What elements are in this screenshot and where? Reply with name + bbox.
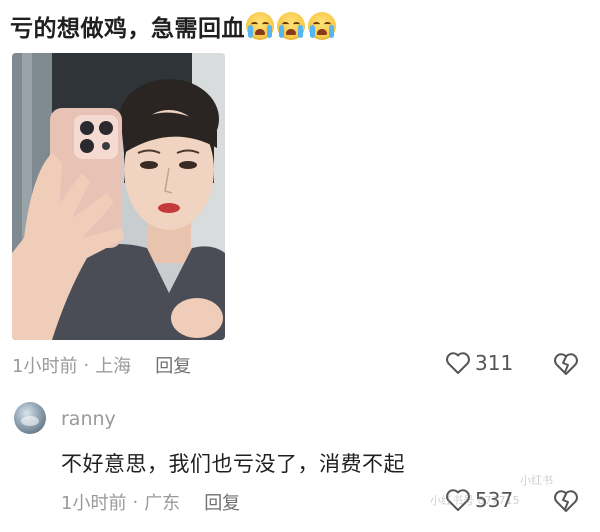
selfie-illustration [12,53,225,340]
post-time: 1小时前 [12,356,78,377]
watermark-badge: 小红书 [520,474,553,487]
post-meta: 1小时前 · 上海 回复 [12,352,191,378]
reply-time: 1小时前 [61,493,127,514]
post-like-count: 311 [475,351,514,375]
watermark-text: 小红书号 877715 [430,494,520,507]
meta-separator: · [132,491,139,513]
avatar[interactable] [14,402,46,434]
heart-icon [446,352,470,374]
post-location: 上海 [95,356,132,377]
crying-face-icon [277,12,305,40]
crying-face-icon [246,12,274,40]
comment-body: 亏的想做鸡，急需回血 [10,16,245,42]
broken-heart-icon[interactable] [553,488,579,514]
reply-username[interactable]: ranny [61,408,116,430]
reply-reply-button[interactable]: 回复 [204,489,240,515]
meta-separator: · [83,354,90,376]
broken-heart-icon[interactable] [553,351,579,377]
comment-photo[interactable] [12,53,225,340]
emoji-row [246,12,336,40]
reply-location: 广东 [144,493,181,514]
crying-face-icon [308,12,336,40]
reply-button[interactable]: 回复 [155,352,191,378]
reply-text: 不好意思，我们也亏没了，消费不起 [61,452,405,476]
reply-meta: 1小时前 · 广东 回复 [61,489,240,515]
post-like-button[interactable]: 311 [445,351,513,375]
comment-text: 亏的想做鸡，急需回血 [10,6,336,46]
